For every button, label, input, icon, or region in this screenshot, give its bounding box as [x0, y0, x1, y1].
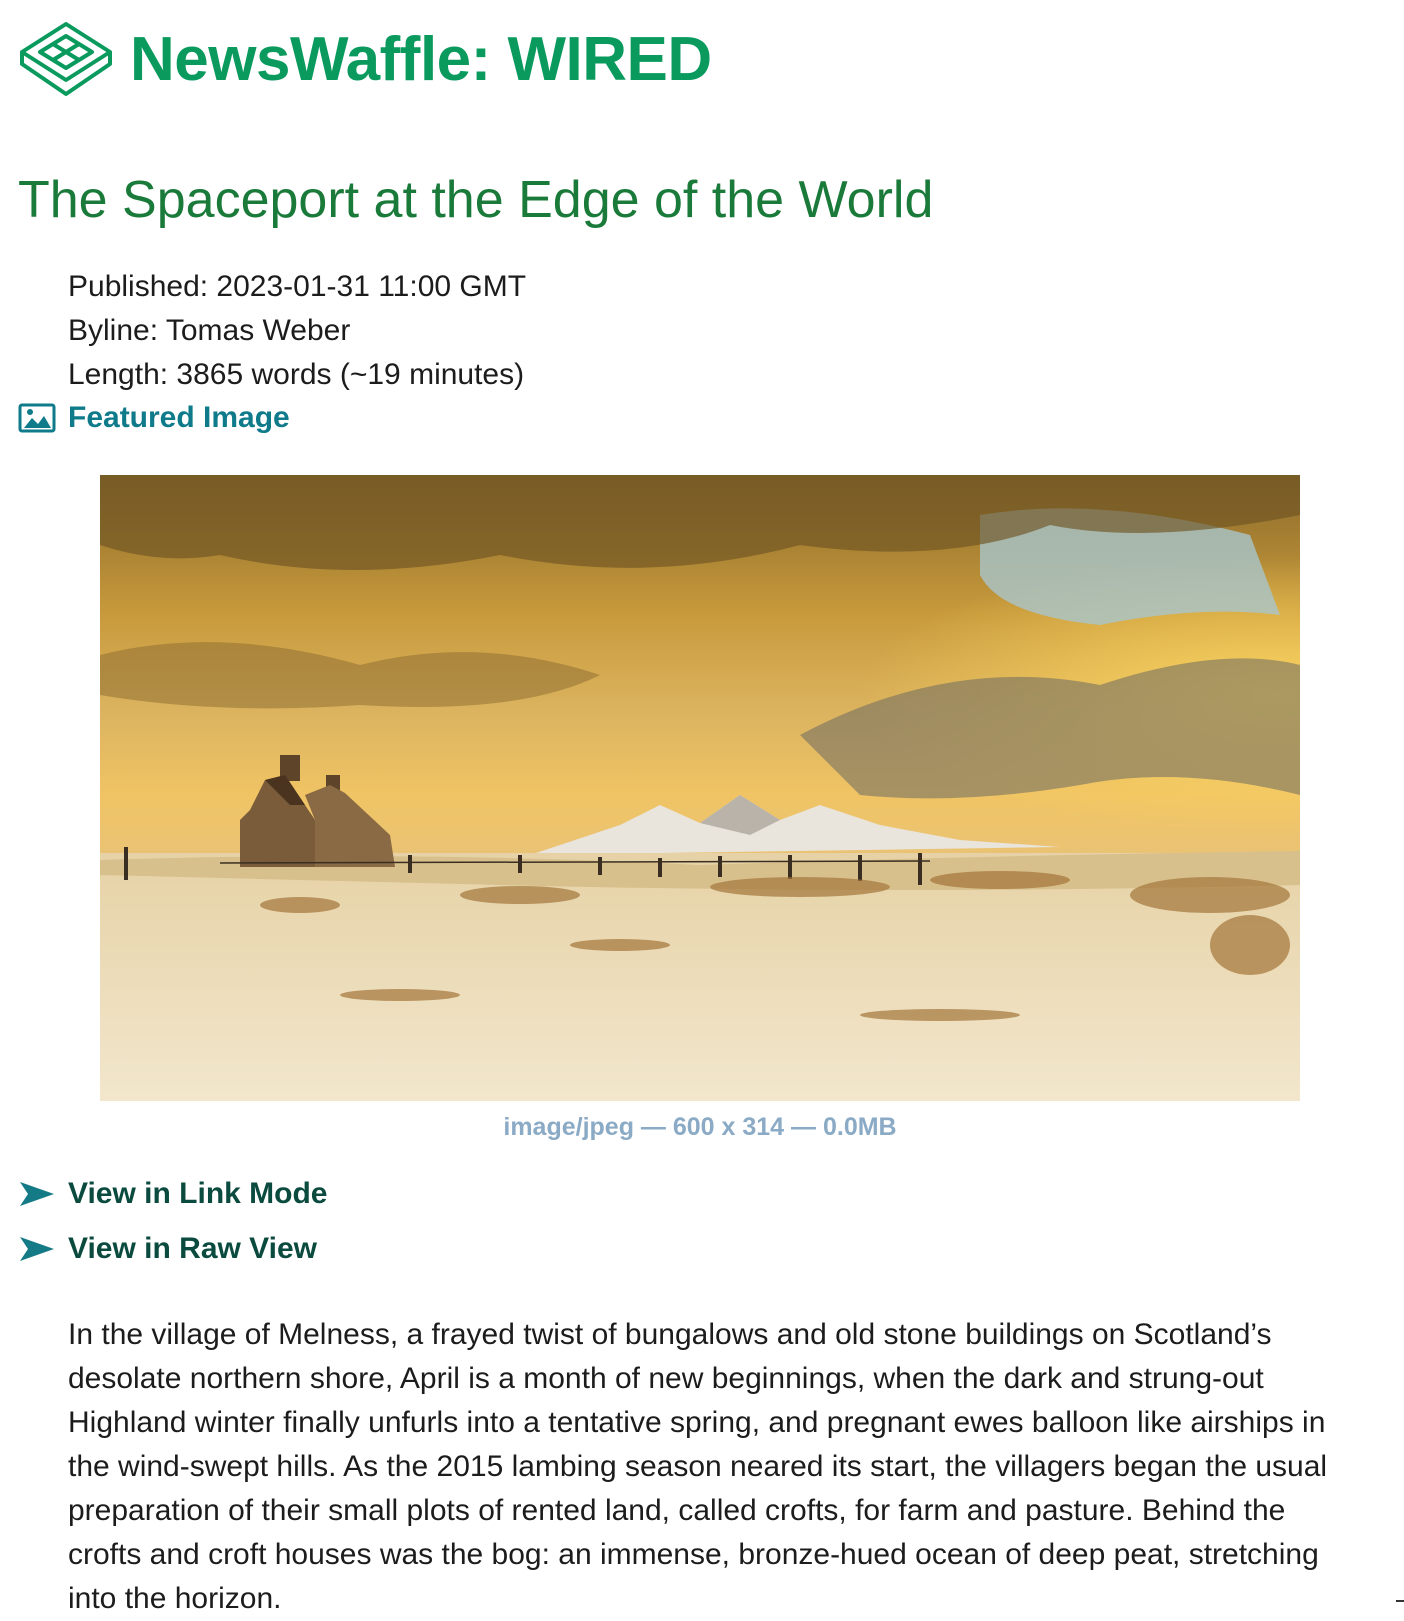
published-date: Published: 2023-01-31 11:00 GMT	[68, 270, 527, 303]
view-raw-view-link[interactable]: View in Raw View	[18, 1227, 317, 1271]
view-link-mode-link[interactable]: View in Link Mode	[18, 1172, 327, 1216]
article-meta: Published: 2023-01-31 11:00 GMT Byline: …	[68, 265, 526, 397]
featured-image-label: Featured Image	[68, 401, 290, 434]
view-raw-view-label: View in Raw View	[68, 1232, 317, 1265]
site-header: NewsWaffle: WIRED	[18, 18, 712, 102]
view-link-mode-label: View in Link Mode	[68, 1177, 328, 1210]
article-title: The Spaceport at the Edge of the World	[18, 171, 934, 229]
article-paragraph: In the village of Melness, a frayed twis…	[68, 1318, 1328, 1615]
byline: Byline: Tomas Weber	[68, 314, 351, 347]
scroll-indicator	[1396, 1600, 1404, 1606]
image-caption: image/jpeg — 600 x 314 — 0.0MB	[503, 1113, 897, 1141]
article-length: Length: 3865 words (~19 minutes)	[68, 358, 525, 391]
site-title[interactable]: NewsWaffle: WIRED	[130, 29, 712, 91]
featured-image-link[interactable]: Featured Image	[18, 398, 290, 438]
waffle-logo-icon[interactable]	[18, 20, 114, 100]
landscape-photo	[100, 475, 1300, 1101]
arrow-right-icon	[20, 1237, 54, 1261]
arrow-right-icon	[20, 1182, 54, 1206]
image-icon	[18, 403, 56, 433]
featured-image[interactable]	[100, 475, 1300, 1101]
